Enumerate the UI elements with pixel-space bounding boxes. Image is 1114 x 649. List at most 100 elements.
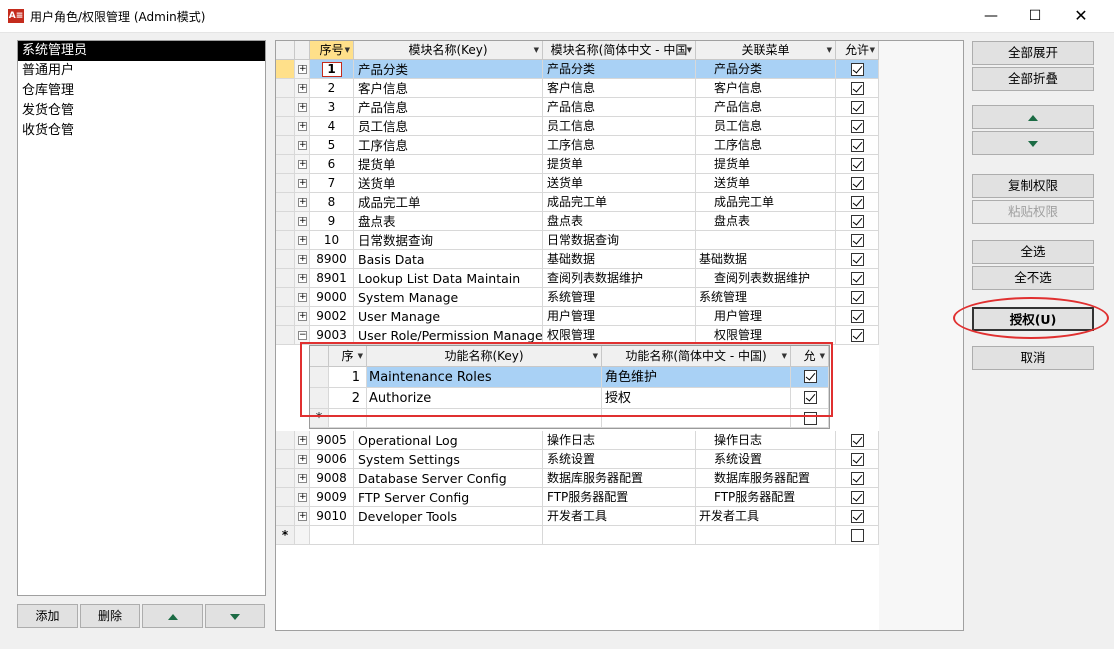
expander-cell[interactable] xyxy=(295,526,310,545)
role-item[interactable]: 普通用户 xyxy=(18,61,265,81)
cell-module-key[interactable]: Developer Tools xyxy=(354,507,543,526)
sub-cell-no[interactable] xyxy=(329,409,367,428)
subgrid-row[interactable]: 2 Authorize 授权 xyxy=(310,388,829,409)
allow-checkbox[interactable] xyxy=(851,434,864,447)
cell-no[interactable]: 9010 xyxy=(310,507,354,526)
allow-checkbox[interactable] xyxy=(851,158,864,171)
sub-cell-cn[interactable]: 授权 xyxy=(602,388,791,409)
cell-linked-menu[interactable]: 系统管理 xyxy=(696,288,836,307)
allow-checkbox[interactable] xyxy=(851,272,864,285)
expander-cell[interactable]: + xyxy=(295,269,310,288)
cell-no[interactable]: 9 xyxy=(310,212,354,231)
expand-icon[interactable]: + xyxy=(298,141,307,150)
module-permission-grid[interactable]: 序号 ▼ 模块名称(Key) ▼ 模块名称(简体中文 - 中国 ▼ 关联菜单 ▼ 允许 ▼… xyxy=(275,40,964,631)
dropdown-icon[interactable]: ▼ xyxy=(827,41,832,59)
sub-header-allow[interactable]: 允 ▼ xyxy=(791,346,829,367)
cell-module-name-cn[interactable]: 成品完工单 xyxy=(543,193,696,212)
header-allow[interactable]: 允许 ▼ xyxy=(836,41,879,60)
cell-module-key[interactable]: 送货单 xyxy=(354,174,543,193)
cell-module-name-cn[interactable]: 日常数据查询 xyxy=(543,231,696,250)
expander-cell[interactable]: + xyxy=(295,431,310,450)
expand-icon[interactable]: + xyxy=(298,122,307,131)
subgrid-row[interactable]: 1 Maintenance Roles 角色维护 xyxy=(310,367,829,388)
dropdown-icon[interactable]: ▼ xyxy=(687,41,692,59)
cell-module-key[interactable] xyxy=(354,526,543,545)
cell-no[interactable]: 4 xyxy=(310,117,354,136)
role-item[interactable]: 仓库管理 xyxy=(18,81,265,101)
expander-cell[interactable]: + xyxy=(295,488,310,507)
role-list[interactable]: 系统管理员 普通用户 仓库管理 发货仓管 收货仓管 xyxy=(17,40,266,596)
allow-checkbox[interactable] xyxy=(851,510,864,523)
paste-permission-button[interactable]: 粘贴权限 xyxy=(972,200,1094,224)
allow-checkbox[interactable] xyxy=(804,412,817,425)
close-button[interactable]: ✕ xyxy=(1058,0,1104,32)
collapse-icon[interactable]: − xyxy=(298,331,307,340)
row-selector[interactable] xyxy=(276,507,295,526)
cell-linked-menu[interactable]: 提货单 xyxy=(696,155,836,174)
expand-icon[interactable]: + xyxy=(298,236,307,245)
expander-cell[interactable]: + xyxy=(295,117,310,136)
allow-checkbox[interactable] xyxy=(851,291,864,304)
cell-module-key[interactable]: User Manage xyxy=(354,307,543,326)
copy-permission-button[interactable]: 复制权限 xyxy=(972,174,1094,198)
cell-linked-menu[interactable]: 产品分类 xyxy=(696,60,836,79)
cell-no[interactable]: 8 xyxy=(310,193,354,212)
row-selector[interactable] xyxy=(310,388,329,409)
sub-cell-key[interactable] xyxy=(367,409,602,428)
cell-module-name-cn[interactable]: FTP服务器配置 xyxy=(543,488,696,507)
cell-allow[interactable] xyxy=(836,307,879,326)
table-row[interactable]: +1 产品分类 产品分类 产品分类 xyxy=(276,60,879,79)
allow-checkbox[interactable] xyxy=(851,529,864,542)
table-row[interactable]: +6 提货单 提货单 提货单 xyxy=(276,155,879,174)
cell-no[interactable]: 8901 xyxy=(310,269,354,288)
sub-header-key[interactable]: 功能名称(Key) ▼ xyxy=(367,346,602,367)
allow-checkbox[interactable] xyxy=(851,196,864,209)
cell-module-name-cn[interactable]: 客户信息 xyxy=(543,79,696,98)
expand-icon[interactable]: + xyxy=(298,84,307,93)
cell-linked-menu[interactable]: 开发者工具 xyxy=(696,507,836,526)
expand-icon[interactable]: + xyxy=(298,103,307,112)
expand-icon[interactable]: + xyxy=(298,255,307,264)
function-permission-subgrid[interactable]: 序 ▼ 功能名称(Key) ▼ 功能名称(简体中文 - 中国) ▼ 允 ▼ 1 Main… xyxy=(309,345,830,429)
move-down-button[interactable] xyxy=(972,131,1094,155)
cell-linked-menu[interactable]: 操作日志 xyxy=(696,431,836,450)
table-row[interactable]: +9 盘点表 盘点表 盘点表 xyxy=(276,212,879,231)
cell-module-key[interactable]: Database Server Config xyxy=(354,469,543,488)
row-selector[interactable] xyxy=(276,288,295,307)
allow-checkbox[interactable] xyxy=(851,310,864,323)
expand-icon[interactable]: + xyxy=(298,293,307,302)
cell-module-name-cn[interactable]: 操作日志 xyxy=(543,431,696,450)
cell-allow[interactable] xyxy=(836,117,879,136)
expander-cell[interactable]: + xyxy=(295,98,310,117)
row-selector[interactable] xyxy=(276,117,295,136)
cell-allow[interactable] xyxy=(836,507,879,526)
cell-allow[interactable] xyxy=(836,136,879,155)
cell-linked-menu[interactable]: 权限管理 xyxy=(696,326,836,345)
cell-allow[interactable] xyxy=(836,269,879,288)
role-item[interactable]: 发货仓管 xyxy=(18,101,265,121)
cell-no[interactable]: 6 xyxy=(310,155,354,174)
cell-linked-menu[interactable]: 成品完工单 xyxy=(696,193,836,212)
allow-checkbox[interactable] xyxy=(851,120,864,133)
allow-checkbox[interactable] xyxy=(851,101,864,114)
cell-module-key[interactable]: System Settings xyxy=(354,450,543,469)
allow-checkbox[interactable] xyxy=(851,177,864,190)
cell-allow[interactable] xyxy=(836,250,879,269)
cell-module-key[interactable]: 日常数据查询 xyxy=(354,231,543,250)
cell-module-name-cn[interactable]: 开发者工具 xyxy=(543,507,696,526)
dropdown-icon[interactable]: ▼ xyxy=(593,346,598,366)
role-item[interactable]: 收货仓管 xyxy=(18,121,265,141)
cell-no[interactable]: 9008 xyxy=(310,469,354,488)
table-row[interactable]: +3 产品信息 产品信息 产品信息 xyxy=(276,98,879,117)
allow-checkbox[interactable] xyxy=(851,234,864,247)
sub-cell-allow[interactable] xyxy=(791,367,829,388)
sub-cell-no[interactable]: 1 xyxy=(329,367,367,388)
cancel-button[interactable]: 取消 xyxy=(972,346,1094,370)
dropdown-icon[interactable]: ▼ xyxy=(534,41,539,59)
cell-linked-menu[interactable]: 客户信息 xyxy=(696,79,836,98)
expand-icon[interactable]: + xyxy=(298,217,307,226)
expander-cell[interactable]: + xyxy=(295,469,310,488)
cell-no[interactable]: 2 xyxy=(310,79,354,98)
cell-module-key[interactable]: FTP Server Config xyxy=(354,488,543,507)
cell-allow[interactable] xyxy=(836,488,879,507)
